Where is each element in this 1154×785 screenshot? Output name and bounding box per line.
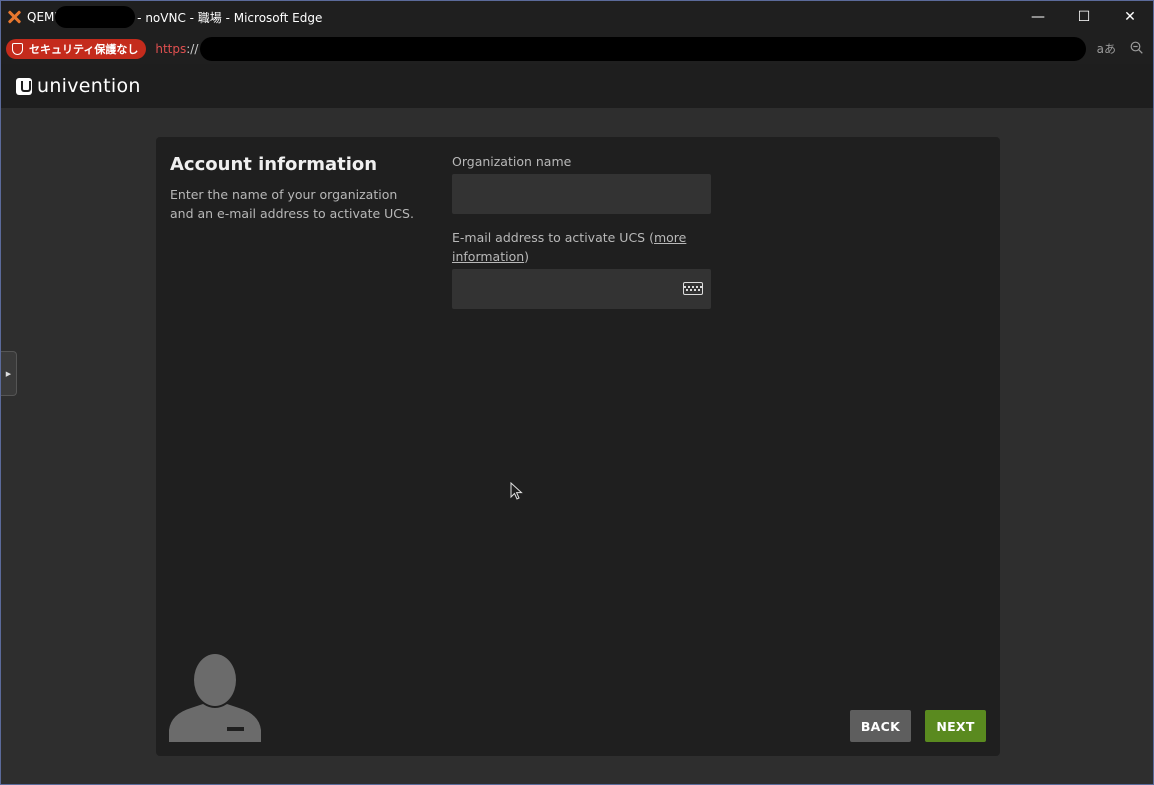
address-bar: セキュリティ保護なし https :// aあ: [1, 33, 1153, 64]
window-title: QEMU - noVNC - 職場 - Microsoft Edge: [27, 6, 322, 28]
back-button[interactable]: BACK: [850, 710, 911, 742]
window-title-suffix: - noVNC - 職場 - Microsoft Edge: [137, 10, 323, 25]
organization-name-label: Organization name: [452, 154, 572, 169]
url-scheme: https: [155, 41, 187, 56]
close-button[interactable]: ✕: [1107, 1, 1153, 33]
univention-logo: univention: [16, 75, 141, 97]
next-button[interactable]: NEXT: [925, 710, 986, 742]
novnc-control-bar-handle[interactable]: ▶: [1, 351, 17, 396]
page-title: Account information: [170, 154, 378, 175]
mouse-cursor-icon: [510, 482, 523, 500]
univention-logo-icon: [16, 77, 32, 95]
email-label: E-mail address to activate UCS (more inf…: [452, 228, 692, 266]
setup-card: Account information Enter the name of yo…: [156, 137, 1000, 756]
redacted-url: [200, 36, 1087, 61]
title-bar: QEMU - noVNC - 職場 - Microsoft Edge — ☐ ✕: [1, 1, 1153, 33]
translate-icon[interactable]: aあ: [1097, 40, 1116, 57]
maximize-button[interactable]: ☐: [1061, 1, 1107, 33]
zoom-out-icon[interactable]: [1130, 41, 1143, 57]
organization-name-input[interactable]: [452, 174, 711, 214]
keyboard-icon[interactable]: [683, 282, 703, 295]
qemu-app-icon: [6, 9, 22, 25]
address-bar-actions: aあ: [1097, 33, 1143, 64]
novnc-content: ▶ Account information Enter the name of …: [1, 108, 1153, 784]
user-avatar-icon: [169, 654, 261, 742]
email-label-close: ): [524, 249, 530, 264]
univention-header: univention: [1, 64, 1153, 108]
page-description: Enter the name of your organization and …: [170, 187, 414, 221]
brand-name: univention: [37, 75, 141, 97]
url-separator: ://: [186, 41, 199, 56]
window-controls: — ☐ ✕: [1015, 1, 1153, 33]
email-input[interactable]: [452, 269, 711, 309]
redacted-hostname: [55, 6, 136, 28]
not-secure-badge[interactable]: セキュリティ保護なし: [6, 38, 147, 59]
shield-icon: [12, 42, 23, 55]
url-field[interactable]: https ://: [155, 36, 1087, 61]
email-label-text: E-mail address to activate UCS (: [452, 230, 654, 245]
security-label: セキュリティ保護なし: [29, 42, 139, 56]
browser-window: QEMU - noVNC - 職場 - Microsoft Edge — ☐ ✕…: [0, 0, 1154, 785]
minimize-button[interactable]: —: [1015, 1, 1061, 33]
